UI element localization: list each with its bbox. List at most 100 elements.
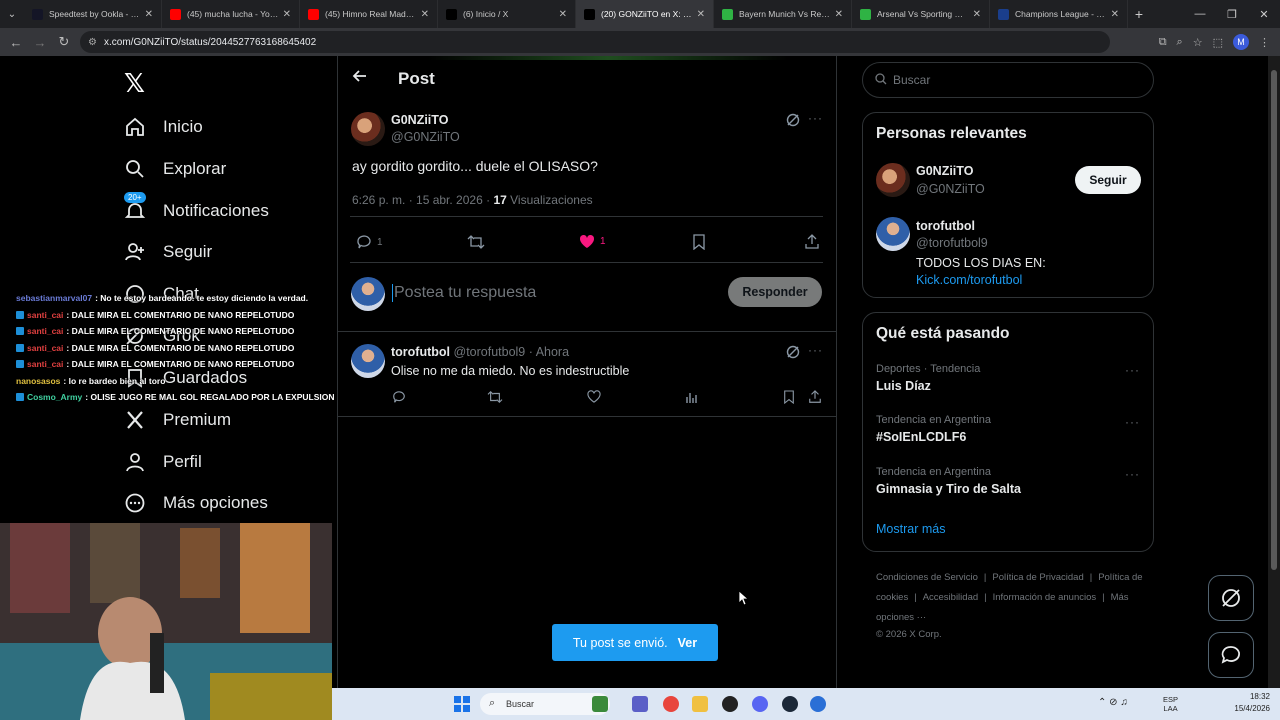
more-options-icon[interactable]: ···: [808, 111, 823, 125]
language-indicator[interactable]: ESP LAA: [1163, 695, 1178, 713]
bookmark-action[interactable]: [783, 390, 795, 404]
widgets-icon[interactable]: [592, 696, 608, 712]
url-field[interactable]: ⚙ x.com/G0NZiiTO/status/2044527763168645…: [80, 31, 1110, 53]
post-author-handle[interactable]: @G0NZiiTO: [391, 130, 460, 144]
like-action[interactable]: [587, 390, 601, 403]
tab-close-icon[interactable]: ✕: [973, 9, 981, 20]
footer-link[interactable]: Información de anuncios: [993, 592, 1097, 603]
grok-icon[interactable]: [786, 113, 800, 132]
nav-item-inicio[interactable]: Inicio: [124, 112, 203, 142]
tab-close-icon[interactable]: ✕: [697, 9, 705, 20]
site-info-icon[interactable]: ⚙: [88, 37, 97, 48]
grok-float-button[interactable]: [1208, 575, 1254, 621]
avatar[interactable]: [351, 277, 385, 311]
back-arrow-icon[interactable]: [352, 68, 368, 89]
discord-icon[interactable]: [752, 696, 768, 712]
reply-action[interactable]: [392, 390, 406, 404]
obs-icon[interactable]: [722, 696, 738, 712]
trend-more-icon[interactable]: ···: [1125, 363, 1140, 377]
share-action[interactable]: [808, 390, 822, 404]
tab-close-icon[interactable]: ✕: [559, 9, 567, 20]
browser-tab[interactable]: (45) mucha lucha - YouTub ✕: [162, 0, 300, 28]
person-handle[interactable]: @torofutbol9: [916, 236, 988, 250]
nav-item-perfil[interactable]: Perfil: [124, 447, 202, 477]
bookmark-star-icon[interactable]: ☆: [1193, 36, 1203, 49]
trend-more-icon[interactable]: ···: [1125, 415, 1140, 429]
nav-item-mas-opciones[interactable]: Más opciones: [124, 488, 268, 518]
tab-close-icon[interactable]: ✕: [835, 9, 843, 20]
bio-link[interactable]: Kick.com/torofutbol: [916, 273, 1022, 287]
toast-view-link[interactable]: Ver: [678, 636, 697, 650]
avatar[interactable]: [351, 344, 385, 378]
maximize-icon[interactable]: ❐: [1216, 0, 1248, 28]
x-logo-icon[interactable]: 𝕏: [124, 68, 145, 99]
show-more-link[interactable]: Mostrar más: [876, 522, 945, 536]
repost-action[interactable]: [467, 234, 485, 250]
reply-action[interactable]: 1: [356, 234, 383, 250]
nav-item-notificaciones[interactable]: 20+ Notificaciones: [124, 192, 269, 226]
search-input[interactable]: Buscar: [862, 62, 1154, 98]
tray-icons[interactable]: ⌃ ⊘ ♫: [1098, 697, 1128, 708]
nav-item-premium[interactable]: Premium: [124, 405, 231, 435]
reply-time[interactable]: · Ahora: [529, 345, 569, 359]
follow-button[interactable]: Seguir: [1075, 166, 1141, 194]
person-name[interactable]: G0NZiiTO: [916, 164, 973, 178]
browser-tab[interactable]: Bayern Munich Vs Real M ✕: [714, 0, 852, 28]
chrome-icon[interactable]: [663, 696, 679, 712]
close-window-icon[interactable]: ✕: [1248, 0, 1280, 28]
windows-start-icon[interactable]: [454, 696, 470, 712]
analytics-action[interactable]: [685, 390, 699, 404]
browser-tab[interactable]: Arsenal Vs Sporting CP - ✕: [852, 0, 990, 28]
trend-more-icon[interactable]: ···: [1125, 467, 1140, 481]
person-handle[interactable]: @G0NZiiTO: [916, 182, 985, 196]
tab-close-icon[interactable]: ✕: [283, 9, 291, 20]
avatar[interactable]: [876, 163, 910, 197]
page-scrollbar[interactable]: [1268, 56, 1280, 688]
tab-close-icon[interactable]: ✕: [1111, 9, 1119, 20]
avatar[interactable]: [351, 112, 385, 146]
forward-icon[interactable]: →: [28, 35, 52, 50]
reply-author-handle[interactable]: @torofutbol9: [454, 345, 526, 359]
zoom-icon[interactable]: ⌕: [1177, 36, 1183, 49]
browser-tab[interactable]: (45) Himno Real Madrid C ✕: [300, 0, 438, 28]
repost-action[interactable]: [487, 390, 503, 404]
person-name[interactable]: torofutbol: [916, 219, 975, 233]
ea-icon[interactable]: [810, 696, 826, 712]
browser-tab[interactable]: Champions League - POS ✕: [990, 0, 1128, 28]
trend-name[interactable]: #SoIEnLCDLF6: [876, 430, 966, 444]
nav-item-explorar[interactable]: Explorar: [124, 154, 226, 184]
grok-icon[interactable]: [786, 345, 800, 364]
reply-button[interactable]: Responder: [728, 277, 822, 307]
new-tab-button[interactable]: +: [1128, 6, 1150, 22]
bookmark-action[interactable]: [692, 234, 706, 250]
reload-icon[interactable]: ↻: [52, 34, 76, 50]
tab-search-menu-icon[interactable]: ⌄: [0, 0, 24, 28]
trend-name[interactable]: Luis Díaz: [876, 379, 931, 393]
profile-avatar[interactable]: M: [1233, 34, 1249, 50]
post-author-name[interactable]: G0NZiiTO: [391, 113, 448, 127]
messages-float-button[interactable]: [1208, 632, 1254, 678]
footer-link[interactable]: Política de Privacidad: [992, 572, 1083, 583]
extensions-icon[interactable]: ⬚: [1213, 36, 1223, 49]
share-action[interactable]: [804, 234, 820, 250]
reply-author-name[interactable]: torofutbol: [391, 345, 450, 359]
steam-icon[interactable]: [782, 696, 798, 712]
taskbar-search[interactable]: ⌕ Buscar: [480, 693, 610, 715]
avatar[interactable]: [876, 217, 910, 251]
post-time[interactable]: 6:26 p. m. · 15 abr. 2026 ·: [352, 193, 490, 207]
clock[interactable]: 18:32 15/4/2026: [1234, 691, 1270, 715]
tab-close-icon[interactable]: ✕: [145, 9, 153, 20]
browser-tab[interactable]: (20) GONZiiTO en X: "@to ✕: [576, 0, 714, 28]
file-explorer-icon[interactable]: [692, 696, 708, 712]
trend-name[interactable]: Gimnasia y Tiro de Salta: [876, 482, 1021, 496]
browser-tab[interactable]: (6) Inicio / X ✕: [438, 0, 576, 28]
more-options-icon[interactable]: ···: [808, 343, 823, 357]
scrollbar-thumb[interactable]: [1271, 70, 1277, 570]
footer-link[interactable]: Condiciones de Servicio: [876, 572, 978, 583]
browser-tab[interactable]: Speedtest by Ookla - The ✕: [24, 0, 162, 28]
reply-input[interactable]: Postea tu respuesta: [392, 284, 536, 302]
minimize-icon[interactable]: —: [1184, 0, 1216, 28]
footer-link[interactable]: Accesibilidad: [923, 592, 978, 603]
nav-item-seguir[interactable]: Seguir: [124, 237, 212, 267]
tab-close-icon[interactable]: ✕: [421, 9, 429, 20]
